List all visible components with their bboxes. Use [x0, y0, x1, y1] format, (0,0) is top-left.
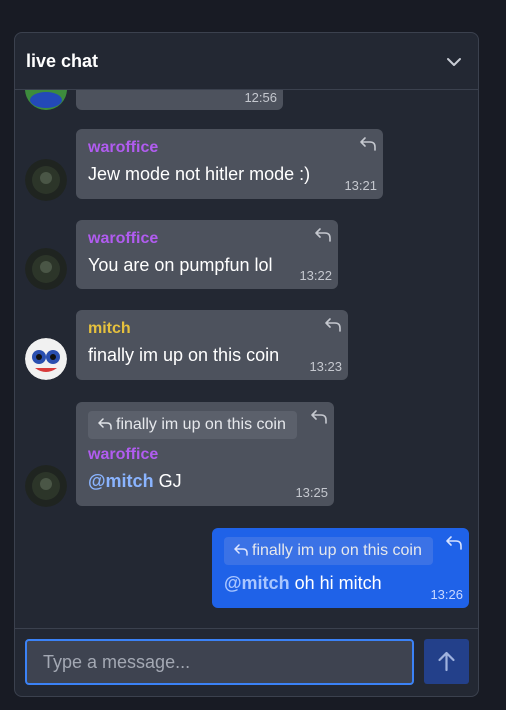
- arrow-up-icon: [438, 651, 455, 672]
- reply-quote[interactable]: finally im up on this coin: [88, 411, 297, 439]
- message-bubble: finally im up on this coin waroffice @mi…: [76, 402, 334, 506]
- own-message-bubble: finally im up on this coin @mitch oh hi …: [212, 528, 469, 608]
- message-input[interactable]: [25, 639, 414, 685]
- message-author: mitch: [88, 320, 131, 337]
- message-time: 13:25: [295, 485, 328, 500]
- message-author: waroffice: [88, 230, 159, 247]
- message-body: GJ: [153, 471, 182, 491]
- reply-quote-text: finally im up on this coin: [252, 542, 422, 559]
- reply-icon[interactable]: [324, 317, 342, 333]
- message-text: finally im up on this coin: [88, 345, 280, 365]
- message-body: oh hi mitch: [289, 573, 382, 593]
- message-bubble: waroffice You are on pumpfun lol 13:22: [76, 220, 338, 289]
- send-button[interactable]: [424, 639, 469, 684]
- avatar[interactable]: [25, 465, 67, 507]
- message-time: 13:21: [344, 178, 377, 193]
- message-text: You are on pumpfun lol: [88, 255, 273, 275]
- mention[interactable]: @mitch: [224, 573, 290, 593]
- message-text: @mitch oh hi mitch: [224, 573, 382, 594]
- message-author: waroffice: [88, 446, 159, 463]
- reply-icon: [234, 544, 248, 556]
- message-time: 13:23: [309, 359, 342, 374]
- message-time: 13:26: [430, 587, 463, 602]
- message-bubble: mitch finally im up on this coin 13:23: [76, 310, 348, 380]
- reply-icon[interactable]: [359, 136, 377, 152]
- avatar[interactable]: [25, 248, 67, 290]
- avatar[interactable]: [25, 338, 67, 380]
- mention[interactable]: @mitch: [88, 471, 154, 491]
- message-author: waroffice: [88, 139, 159, 156]
- reply-icon[interactable]: [310, 409, 328, 425]
- avatar[interactable]: [25, 159, 67, 201]
- chevron-down-icon[interactable]: [444, 52, 464, 72]
- avatar[interactable]: [25, 90, 67, 110]
- chat-header: live chat: [15, 33, 478, 90]
- reply-icon: [98, 418, 112, 430]
- message-list[interactable]: 12:56 waroffice Jew mode not hitler mode…: [15, 90, 478, 630]
- live-chat-panel: live chat 12:56 waroffice Jew mode not h…: [14, 32, 479, 697]
- reply-quote[interactable]: finally im up on this coin: [224, 537, 433, 565]
- message-time: 13:22: [299, 268, 332, 283]
- reply-icon[interactable]: [314, 227, 332, 243]
- composer: [15, 628, 478, 696]
- message-text: @mitch GJ: [88, 471, 182, 492]
- message-text: Jew mode not hitler mode :): [88, 164, 311, 184]
- message-bubble: waroffice Jew mode not hitler mode :) 13…: [76, 129, 383, 199]
- reply-quote-text: finally im up on this coin: [116, 416, 286, 433]
- message-bubble: 12:56: [76, 90, 283, 110]
- chat-title: live chat: [26, 51, 99, 71]
- message-time: 12:56: [244, 90, 277, 105]
- reply-icon[interactable]: [445, 535, 463, 551]
